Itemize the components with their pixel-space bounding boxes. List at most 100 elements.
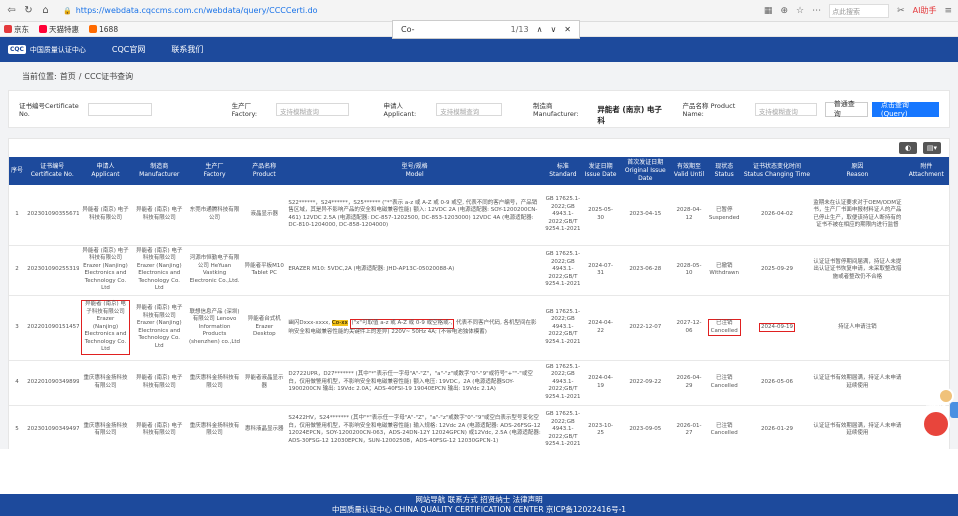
columns-menu-icon[interactable]: ▤▾: [923, 142, 941, 154]
cell-changed: 2026-05-06: [742, 360, 812, 406]
column-header-en: Reason: [846, 171, 869, 178]
column-header-cn: 标准: [556, 163, 569, 170]
lock-icon: 🔒: [63, 6, 72, 15]
cell-model: 幽闪Dxxx-xxxx, Co-xx ("x"可取值 a-z 或 A-Z 或 0…: [286, 295, 543, 361]
column-header: 证书编号 Certificate No.: [25, 157, 80, 185]
cell-model: ERAZER M10: 5VDC,2A (电源适配器: JHD-AP13C-05…: [286, 245, 543, 296]
column-header: 现状态 Status: [705, 157, 743, 185]
model-hl-text: Co-xx: [331, 320, 348, 326]
address-bar[interactable]: 🔒 https://webdata.cqccms.com.cn/webdata/…: [57, 3, 437, 19]
table-row[interactable]: 3 2022010901514578 异能者 (南京) 电子科技有限公司 Eraze…: [9, 295, 949, 361]
main-content: 当前位置: 首页 / CCC证书查询 证书编号Certificate No. 生…: [0, 62, 958, 449]
query-button[interactable]: 点击查询(Query): [871, 101, 939, 118]
find-count: 1/13: [510, 25, 529, 34]
column-header: 首次发证日期 Original Issue Date: [618, 157, 673, 185]
zoom-icon[interactable]: ⊕: [780, 6, 788, 16]
side-feedback-tab[interactable]: [950, 402, 958, 418]
cell-manufacturer: 异能者 (南京) 电子科技有限公司 Erazer (Nanjing) Elect…: [131, 295, 187, 361]
table-header-row: 序号 证书编号 Certificate No. 申请人 Applicant 制造商 Manu…: [9, 157, 949, 185]
cell-valid: 2028-05-10: [672, 245, 706, 296]
speed-boost-badge[interactable]: 36% 网速加速: [922, 404, 950, 438]
cell-applicant: 异能者 (南京) 电子科技有限公司: [79, 185, 132, 246]
cell-product: 异能者液晶显示器: [242, 360, 287, 406]
browser-toolbar: ⇦ ↻ ⌂ 🔒 https://webdata.cqccms.com.cn/we…: [0, 0, 958, 22]
cell-original: 2023-04-15: [618, 185, 673, 246]
bookmark-jd[interactable]: 京东: [4, 24, 29, 35]
assistant-avatar-icon[interactable]: [938, 388, 954, 404]
more-icon[interactable]: ⋯: [812, 6, 821, 16]
cell-reason: 认证证书有效期届满，持证人未申请延续使用: [811, 360, 904, 406]
cell-no: 1: [9, 185, 26, 246]
toggle-view-icon[interactable]: ◐: [899, 142, 917, 154]
column-header-cn: 序号: [11, 167, 24, 174]
cell-issue: 2024-07-31: [582, 245, 619, 296]
cell-changed: 2024-09-19: [742, 295, 812, 361]
cell-changed: 2026-04-02: [742, 185, 812, 246]
column-header-cn: 制造商: [150, 163, 169, 170]
search-input[interactable]: 点此搜索: [829, 3, 890, 18]
table-row[interactable]: 1 2023010903556712 异能者 (南京) 电子科技有限公司 异能者 (南…: [9, 185, 949, 246]
breadcrumb-home[interactable]: 首页: [60, 71, 76, 82]
cell-original: 2022-09-22: [618, 360, 673, 406]
cell-issue: 2023-10-25: [582, 405, 619, 449]
star-icon[interactable]: ☆: [796, 6, 804, 16]
cell-original: 2022-12-07: [618, 295, 673, 361]
ai-assistant-button[interactable]: AI助手: [913, 5, 937, 16]
normal-query-button[interactable]: 普通查询: [824, 100, 868, 118]
find-prev-icon[interactable]: ∧: [537, 25, 543, 34]
cell-applicant: 重庆惠科金扬科技有限公司: [79, 405, 132, 449]
site-header: CQC 中国质量认证中心 CQC官网 联系我们: [0, 37, 958, 62]
highlighted-status: 已注销 Cancelled: [707, 319, 741, 336]
table-row[interactable]: 2 2023010902553190 异能者 (南京) 电子科技有限公司 Eraze…: [9, 245, 949, 296]
nav-contact[interactable]: 联系我们: [171, 44, 203, 55]
column-header-en: Status Changing Time: [743, 171, 811, 178]
extensions-icon[interactable]: ✂: [897, 6, 905, 16]
column-header-en: Issue Date: [584, 171, 617, 178]
url-text: https://webdata.cqccms.com.cn/webdata/qu…: [75, 6, 318, 15]
cert-no-input[interactable]: [88, 102, 152, 116]
nav-cqc-site[interactable]: CQC官网: [112, 44, 145, 55]
cell-standard: GB 17625.1-2022;GB 4943.1-2022;GB/T 9254…: [542, 405, 583, 449]
reload-icon[interactable]: ↻: [23, 5, 34, 16]
back-icon[interactable]: ⇦: [6, 5, 17, 16]
column-header-cn: 附件: [920, 163, 933, 170]
cell-cert: 2022010903498991: [25, 360, 80, 406]
column-header-cn: 有效期至: [677, 163, 702, 170]
find-input[interactable]: Co-: [401, 25, 415, 34]
home-icon[interactable]: ⌂: [40, 5, 51, 16]
find-close-icon[interactable]: ✕: [564, 25, 571, 34]
menu-icon[interactable]: ≡: [944, 6, 952, 16]
cell-applicant: 异能者 (南京) 电子科技有限公司 Erazer (Nanjing) Elect…: [79, 245, 132, 296]
site-footer: 网站导航 联系方式 招贤纳士 法律声明 中国质量认证中心 CHINA QUALI…: [0, 494, 958, 516]
cell-product: 液晶显示器: [242, 185, 287, 246]
cell-reason: 认证证书暂停期间届满，持证人未提出认证证书恢复申请，未采取整改措施或者整改仍不合…: [811, 245, 904, 296]
product-input[interactable]: 支持模糊查询: [754, 102, 817, 116]
table-row[interactable]: 4 2022010903498991 重庆惠科金扬科技有限公司 异能者 (南京) 电子…: [9, 360, 949, 406]
cell-factory: 东莞市通腾科技有限公司: [186, 185, 243, 246]
table-body: 1 2023010903556712 异能者 (南京) 电子科技有限公司 异能者 (南…: [9, 185, 949, 449]
bookmark-1688[interactable]: 1688: [89, 25, 118, 34]
cqc-logo[interactable]: CQC 中国质量认证中心: [8, 45, 86, 54]
cell-no: 2: [9, 245, 26, 296]
column-header: 序号: [9, 157, 26, 185]
manufacturer-input[interactable]: 异能者 (南京) 电子科: [597, 103, 669, 125]
model-pre-text: 幽闪Dxxx-xxxx,: [288, 320, 331, 326]
factory-input[interactable]: 支持模糊查询: [275, 102, 349, 116]
highlighted-changed: 2024-09-19: [758, 322, 795, 333]
cell-manufacturer: 异能者 (南京) 电子科技有限公司 Erazer (Nanjing) Elect…: [131, 245, 187, 296]
model-boxed-text: ("x"可取值 a-z 或 A-Z 或 0-9 或空格或-,: [349, 319, 455, 329]
bookmark-tmall[interactable]: 天猫特惠: [39, 24, 79, 35]
table-row[interactable]: 5 2023010903494971 重庆惠科金扬科技有限公司 异能者 (南京) 电子…: [9, 405, 949, 449]
column-header-cn: 现状态: [715, 163, 734, 170]
cell-manufacturer: 异能者 (南京) 电子科技有限公司: [131, 185, 187, 246]
cell-no: 5: [9, 405, 26, 449]
find-next-icon[interactable]: ∨: [550, 25, 556, 34]
column-header: 标准 Standard: [542, 157, 583, 185]
footer-links[interactable]: 网站导航 联系方式 招贤纳士 法律声明: [0, 495, 958, 505]
applicant-input[interactable]: 支持模糊查询: [436, 102, 502, 116]
column-header-en: Manufacturer: [139, 171, 180, 178]
column-header-cn: 申请人: [96, 163, 115, 170]
cell-applicant: 异能者 (南京) 电子科技有限公司 Erazer (Nanjing) Elect…: [79, 295, 132, 361]
qr-icon[interactable]: ▦: [764, 6, 773, 16]
column-header-en: Attachment: [908, 171, 944, 178]
